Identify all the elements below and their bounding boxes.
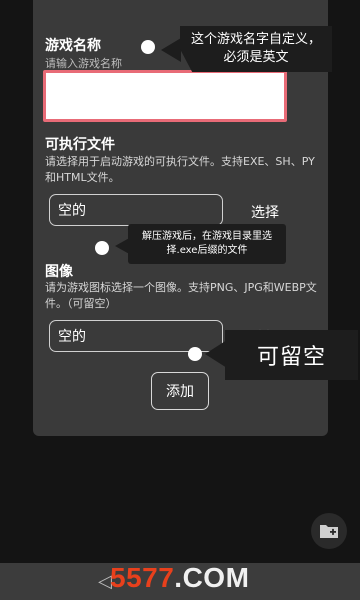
game-name-input[interactable] xyxy=(43,70,287,122)
add-button[interactable]: 添加 xyxy=(151,372,209,410)
screen: 游戏名称 请输入游戏名称 可执行文件 请选择用于启动游戏的可执行文件。支持EXE… xyxy=(0,0,360,600)
image-description: 请为游戏图标选择一个图像。支持PNG、JPG和WEBP文件。（可留空） xyxy=(45,281,317,310)
executable-description: 请选择用于启动游戏的可执行文件。支持EXE、SH、PY和HTML文件。 xyxy=(45,155,315,184)
watermark-domain: .COM xyxy=(174,562,250,593)
annotation-dot xyxy=(188,347,202,361)
annotation-dot xyxy=(141,40,155,54)
game-name-title: 游戏名称 xyxy=(45,38,101,54)
annotation-dot xyxy=(95,241,109,255)
add-folder-icon xyxy=(320,525,338,538)
name-hint-callout: 这个游戏名字自定义，必须是英文 xyxy=(180,26,332,72)
add-folder-button[interactable] xyxy=(311,513,347,549)
watermark-logo: 5577.COM xyxy=(110,562,249,594)
executable-path-field[interactable]: 空的 xyxy=(49,194,223,226)
callout-pointer xyxy=(161,38,181,62)
executable-select-button[interactable]: 选择 xyxy=(251,202,279,222)
watermark-number: 5577 xyxy=(110,562,175,593)
exe-hint-callout: 解压游戏后，在游戏目录里选择.exe后缀的文件 xyxy=(128,224,286,264)
image-hint-callout: 可留空 xyxy=(225,330,358,380)
executable-title: 可执行文件 xyxy=(45,137,115,153)
image-title: 图像 xyxy=(45,264,73,280)
callout-pointer xyxy=(205,340,227,368)
